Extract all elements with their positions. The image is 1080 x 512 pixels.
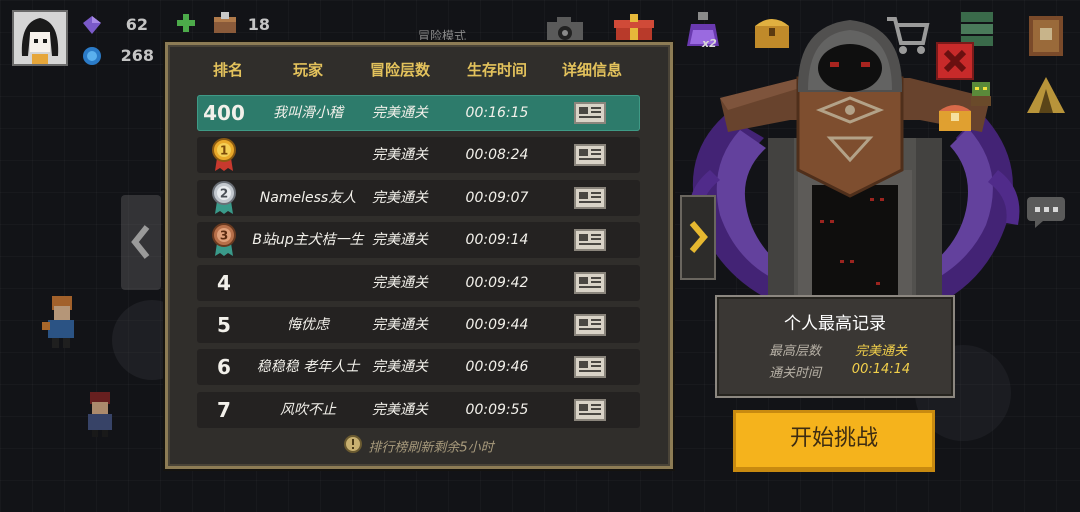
svg-text:1: 1: [220, 144, 228, 158]
floor-value: 完美通关: [372, 232, 428, 248]
time-value: 00:09:42: [465, 275, 529, 291]
details-card-icon[interactable]: [574, 180, 606, 216]
close-icon[interactable]: [936, 42, 974, 80]
clear-time-value: 00:14:14: [851, 362, 911, 377]
details-card-icon[interactable]: [574, 349, 606, 385]
details-card-icon[interactable]: [574, 392, 606, 428]
floor-value: 完美通关: [372, 147, 428, 163]
handbook-icon[interactable]: [1025, 14, 1067, 58]
player-avatar[interactable]: [12, 10, 68, 66]
details-card-icon[interactable]: [574, 95, 606, 131]
time-value: 00:09:46: [465, 359, 529, 375]
floor-value: 完美通关: [372, 359, 428, 375]
treasure-chest-icon[interactable]: [752, 12, 792, 50]
rank-number: 6: [217, 355, 231, 379]
time-value: 00:09:14: [465, 232, 529, 248]
leaderboard-row[interactable]: 2 Nameless友人 完美通关 00:09:07: [197, 180, 640, 216]
shop-cart-icon[interactable]: [885, 15, 931, 55]
chevron-left-icon: [131, 225, 150, 259]
time-value: 00:08:24: [465, 147, 529, 163]
details-card-icon[interactable]: [574, 137, 606, 173]
header-floor: 冒险层数: [369, 61, 430, 79]
leaderboard-row-self[interactable]: 400 我叫滑小稽 完美通关 00:16:15: [197, 95, 640, 131]
leaderboard-row[interactable]: 1 完美通关 00:08:24: [197, 137, 640, 173]
header-player: 玩家: [292, 61, 323, 79]
goblin-merchant-icon: [966, 78, 996, 108]
potion-count-badge: x2: [702, 37, 717, 50]
header-details: 详细信息: [561, 61, 622, 79]
clear-time-label: 通关时间: [768, 366, 821, 381]
previous-page-button[interactable]: [121, 195, 161, 290]
leaderboard-row[interactable]: 3 B站up主犬桔一生 完美通关 00:09:14: [197, 222, 640, 258]
time-value: 00:16:15: [465, 105, 529, 121]
time-value: 00:09:44: [465, 317, 529, 333]
material-count: 18: [247, 15, 270, 34]
avatar-portrait-icon: [14, 12, 66, 64]
details-card-icon[interactable]: [574, 222, 606, 258]
time-value: 00:09:07: [465, 190, 529, 206]
refresh-countdown: 排行榜刷新剩余5小时: [168, 435, 670, 457]
gem-icon: [82, 15, 102, 35]
floor-value: 完美通关: [372, 190, 428, 206]
refresh-countdown-text: 排行榜刷新剩余5小时: [368, 440, 494, 456]
gem-count: 62: [125, 15, 148, 34]
details-card-icon[interactable]: [574, 265, 606, 301]
next-page-button[interactable]: [680, 195, 716, 280]
rank-number: 400: [203, 101, 245, 125]
material-box-icon: [212, 11, 238, 35]
add-currency-icon[interactable]: [176, 13, 196, 33]
rank-number: 5: [217, 313, 231, 337]
game-screen: 62 18 268 冒险模式 x2 排名 玩家 冒险层数 生存时间 详细信息 4…: [0, 0, 1080, 512]
clock-icon: [344, 435, 363, 457]
energy-count: 268: [120, 46, 154, 65]
time-value: 00:09:55: [465, 402, 529, 418]
floor-value: 完美通关: [372, 275, 428, 291]
chevron-right-icon: [689, 221, 708, 253]
silver-medal-icon: 2: [199, 180, 249, 216]
energy-orb-icon: [82, 46, 102, 66]
leaderboard-row[interactable]: 6 稳稳稳 老年人士 完美通关 00:09:46: [197, 349, 640, 385]
leaderboard-row[interactable]: 7 风吹不止 完美通关 00:09:55: [197, 392, 640, 428]
personal-record-title: 个人最高记录: [784, 314, 886, 334]
leaderboard-panel: 排名 玩家 冒险层数 生存时间 详细信息 400 我叫滑小稽 完美通关 00:1…: [165, 42, 673, 469]
bronze-medal-icon: 3: [199, 222, 249, 258]
gold-medal-icon: 1: [199, 137, 249, 173]
rank-number: 7: [217, 398, 231, 422]
rank-number: 4: [217, 271, 231, 295]
camp-tent-icon[interactable]: [1025, 75, 1067, 115]
details-card-icon[interactable]: [574, 307, 606, 343]
svg-text:3: 3: [220, 229, 228, 243]
chat-bubble-icon[interactable]: [1025, 195, 1067, 229]
best-floor-value: 完美通关: [854, 344, 907, 359]
header-time: 生存时间: [466, 61, 527, 79]
best-floor-label: 最高层数: [768, 344, 821, 359]
leaderboard-row[interactable]: 5 悔优虑 完美通关 00:09:44: [197, 307, 640, 343]
start-challenge-button[interactable]: 开始挑战: [733, 410, 935, 472]
personal-record-panel: 个人最高记录 最高层数 完美通关 通关时间 00:14:14: [715, 295, 955, 398]
floor-value: 完美通关: [372, 105, 428, 121]
leaderboard-row[interactable]: 4 完美通关 00:09:42: [197, 265, 640, 301]
floor-value: 完美通关: [372, 402, 428, 418]
svg-text:2: 2: [220, 187, 228, 201]
floor-value: 完美通关: [372, 317, 428, 333]
